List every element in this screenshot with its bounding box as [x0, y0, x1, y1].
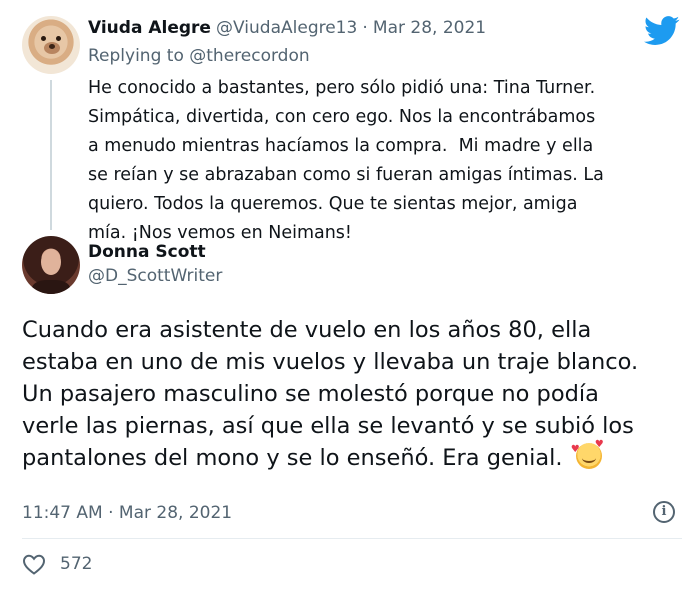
text-line-with-emoji: pantalones del mono y se lo enseñó. Era … [22, 440, 682, 474]
text-line: a menudo mientras hacíamos la compra. Mi… [88, 136, 594, 156]
date-separator: · [362, 18, 368, 38]
like-count[interactable]: 572 [60, 554, 92, 574]
reply-tweet-text: He conocido a bastantes, pero sólo pidió… [88, 74, 688, 248]
smiling-face-with-hearts-icon: ♥ ♥ [571, 440, 604, 469]
text-line: se reían y se abrazaban como si fueran a… [88, 165, 604, 185]
divider [22, 538, 682, 539]
date-separator: · [108, 503, 114, 523]
tweet-timestamp[interactable]: 11:47 AM · Mar 28, 2021 [22, 503, 232, 523]
avatar-nose [49, 44, 55, 49]
heart-outline-icon[interactable] [22, 553, 46, 575]
reply-tweet-header: Viuda Alegre @ViudaAlegre13 · Mar 28, 20… [88, 18, 486, 38]
author-name[interactable]: Viuda Alegre [88, 18, 211, 38]
text-line: Simpática, divertida, con cero ego. Nos … [88, 107, 596, 127]
replying-to-mention[interactable]: @therecordon [189, 46, 309, 66]
text-line: He conocido a bastantes, pero sólo pidió… [88, 78, 596, 98]
author-handle[interactable]: @D_ScottWriter [88, 266, 222, 286]
thread-connector-line [50, 80, 52, 230]
tweet-time: 11:47 AM [22, 503, 103, 523]
author-handle[interactable]: @ViudaAlegre13 [216, 18, 357, 38]
author-name[interactable]: Donna Scott [88, 242, 206, 262]
avatar-eye [41, 36, 46, 41]
replying-to-label: Replying to [88, 46, 184, 66]
text-line: verle las piernas, así que ella se levan… [22, 413, 634, 439]
text-line: Cuando era asistente de vuelo en los año… [22, 317, 592, 343]
twitter-bird-icon[interactable] [644, 16, 680, 46]
tweet-date: Mar 28, 2021 [118, 503, 233, 523]
text-line: Un pasajero masculino se molestó porque … [22, 381, 599, 407]
avatar-shirt [32, 280, 70, 294]
avatar-face [41, 249, 61, 275]
text-line: estaba en uno de mis vuelos y llevaba un… [22, 349, 639, 375]
tweet-date[interactable]: Mar 28, 2021 [373, 18, 486, 38]
avatar-viuda-alegre[interactable] [22, 16, 80, 74]
avatar-donna-scott[interactable] [22, 236, 80, 294]
info-icon[interactable]: i [653, 501, 675, 523]
text-line: pantalones del mono y se lo enseñó. Era … [22, 445, 563, 471]
main-tweet-text: Cuando era asistente de vuelo en los año… [22, 314, 682, 474]
text-line: quiero. Todos la queremos. Que te sienta… [88, 194, 578, 214]
avatar-eye [56, 36, 61, 41]
replying-to-line: Replying to @therecordon [88, 46, 310, 66]
